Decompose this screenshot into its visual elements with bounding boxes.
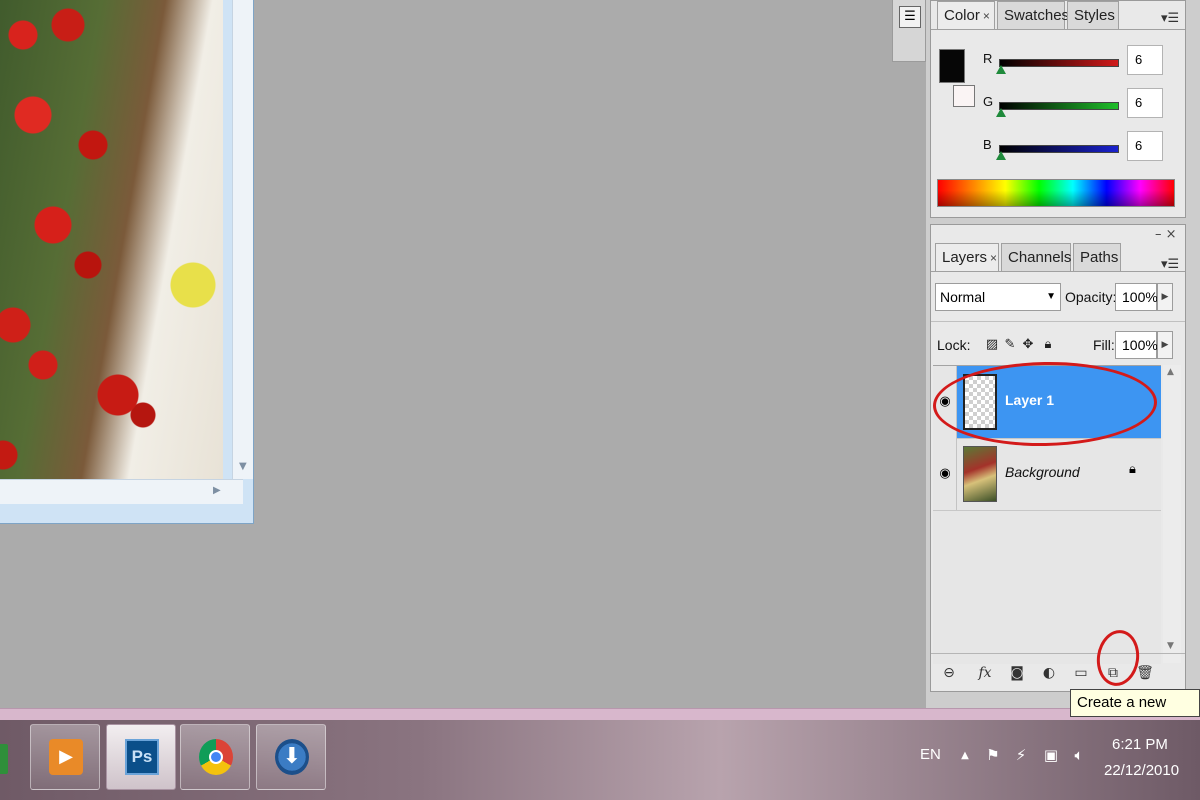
tab-paths[interactable]: Paths [1073,243,1121,271]
create-layer-tooltip: Create a new layer [1070,689,1200,737]
history-panel-icon[interactable]: ☰ [899,6,921,28]
panel-menu-icon[interactable]: ▾☰ [1161,257,1179,272]
taskbar-photoshop-button[interactable]: Ps [106,724,176,790]
blue-slider-row: B 6 [931,131,1187,169]
tab-channels-label: Channels [1008,249,1072,266]
red-slider-thumb[interactable] [996,65,1006,74]
layer-name[interactable]: Background [1005,464,1080,480]
red-slider-row: R 6 [931,45,1187,83]
green-slider-row: G 6 [931,88,1187,126]
red-value-field[interactable]: 6 [1127,45,1163,75]
scroll-down-arrow-icon[interactable]: ▼ [1167,641,1174,651]
taskbar-chrome-button[interactable] [180,724,250,790]
tab-divider [931,29,1185,30]
chevron-down-icon: ▼ [1046,291,1056,302]
blue-slider-thumb[interactable] [996,151,1006,160]
network-icon[interactable]: ▣ [1042,746,1060,768]
layer-row-background[interactable]: ◉ Background 🔒︎ [933,438,1161,511]
partial-app-icon[interactable] [0,744,8,774]
tab-swatches-label: Swatches [1004,7,1070,24]
divider [931,321,1185,322]
opacity-label: Opacity: [1065,289,1117,305]
blend-mode-value: Normal [940,289,986,305]
tab-close-icon[interactable]: × [983,9,990,23]
taskbar-downloader-button[interactable]: ⬇ [256,724,326,790]
divider [931,653,1185,654]
blue-value-field[interactable]: 6 [1127,131,1163,161]
photoshop-icon: Ps [125,739,159,775]
color-panel: Color × Swatches Styles ▾☰ R 6 G 6 B 6 [930,0,1186,218]
download-arrow-icon: ⬇ [275,739,309,775]
taskbar: ▶ Ps ⬇ EN ▲ ⚑ ⚡ ▣ 🔈︎ 6:21 PM 22/12/2010 [0,720,1200,800]
layers-list-scrollbar[interactable]: ▲ ▼ [1163,365,1181,663]
document-canvas-photo[interactable] [0,0,223,479]
layers-panel: – × Layers × Channels Paths ▾☰ Normal ▼ O… [930,224,1186,692]
blend-mode-select[interactable]: Normal ▼ [935,283,1061,311]
layer-lock-icon: 🔒︎ [1129,462,1136,477]
blue-slider-track[interactable] [999,145,1119,153]
panel-minimize-close-icon[interactable]: – × [1155,227,1177,242]
lock-buttons: ▨ ✎ ✥ 🔒︎ [985,337,1065,355]
power-plug-icon[interactable]: ⚡ [1012,746,1030,768]
chrome-icon [199,739,233,775]
lock-transparent-pixels-icon[interactable]: ▨ [985,337,999,353]
fill-label: Fill: [1093,337,1115,353]
blue-channel-label: B [983,137,992,152]
scroll-up-arrow-icon[interactable]: ▲ [1167,367,1174,377]
lock-image-pixels-icon[interactable]: ✎ [1003,337,1017,353]
media-player-icon: ▶ [49,739,83,775]
layer-style-fx-icon[interactable]: fx [973,661,997,685]
clock-date[interactable]: 22/12/2010 [1104,762,1179,779]
tab-layers-label: Layers [942,249,988,266]
green-slider-thumb[interactable] [996,108,1006,117]
lock-all-icon[interactable]: 🔒︎ [1041,337,1055,353]
window-frame-border [0,708,1200,720]
fill-field[interactable]: 100% [1115,331,1158,359]
document-window: ▼ ▶ [0,0,254,524]
link-layers-icon[interactable]: ⊖ [937,661,961,685]
volume-speaker-icon[interactable]: 🔈︎ [1070,746,1088,768]
opacity-field[interactable]: 100% [1115,283,1158,311]
lock-label: Lock: [937,337,971,353]
document-horizontal-scrollbar[interactable]: ▶ [0,479,243,504]
tab-channels[interactable]: Channels [1001,243,1071,271]
tab-swatches[interactable]: Swatches [997,1,1069,29]
clock-time[interactable]: 6:21 PM [1112,736,1168,753]
lock-position-icon[interactable]: ✥ [1021,337,1035,353]
add-mask-icon[interactable]: ◙ [1005,661,1029,685]
green-slider-track[interactable] [999,102,1119,110]
green-channel-label: G [983,94,994,109]
opacity-slider-arrow-icon[interactable]: ▶ [1157,283,1173,311]
adjustment-layer-icon[interactable]: ◐ [1037,661,1061,685]
action-center-flag-icon[interactable]: ⚑ [984,746,1002,768]
tab-close-icon[interactable]: × [990,251,997,265]
visibility-cell[interactable]: ◉ [933,438,957,510]
tab-styles-label: Styles [1074,7,1115,24]
tab-color[interactable]: Color × [937,1,995,29]
green-value-field[interactable]: 6 [1127,88,1163,118]
fill-slider-arrow-icon[interactable]: ▶ [1157,331,1173,359]
tab-styles[interactable]: Styles [1067,1,1119,29]
language-indicator[interactable]: EN [920,746,941,763]
tab-color-label: Color [944,7,980,24]
taskbar-media-player-button[interactable]: ▶ [30,724,100,790]
panel-menu-icon[interactable]: ▾☰ [1161,11,1179,26]
eye-icon[interactable]: ◉ [937,466,953,482]
new-group-folder-icon[interactable]: ▭ [1069,661,1093,685]
layer-thumbnail [963,446,997,502]
scroll-down-arrow-icon[interactable]: ▼ [239,461,247,472]
collapsed-panel-button[interactable]: ☰ [892,0,926,62]
tab-divider [931,271,1185,272]
color-spectrum-ramp[interactable] [937,179,1175,207]
tab-layers[interactable]: Layers × [935,243,999,271]
document-vertical-scrollbar[interactable]: ▼ [232,0,253,479]
show-hidden-icons-icon[interactable]: ▲ [956,750,974,772]
scroll-right-arrow-icon[interactable]: ▶ [213,485,221,496]
red-channel-label: R [983,51,993,66]
red-slider-track[interactable] [999,59,1119,67]
tab-paths-label: Paths [1080,249,1119,266]
